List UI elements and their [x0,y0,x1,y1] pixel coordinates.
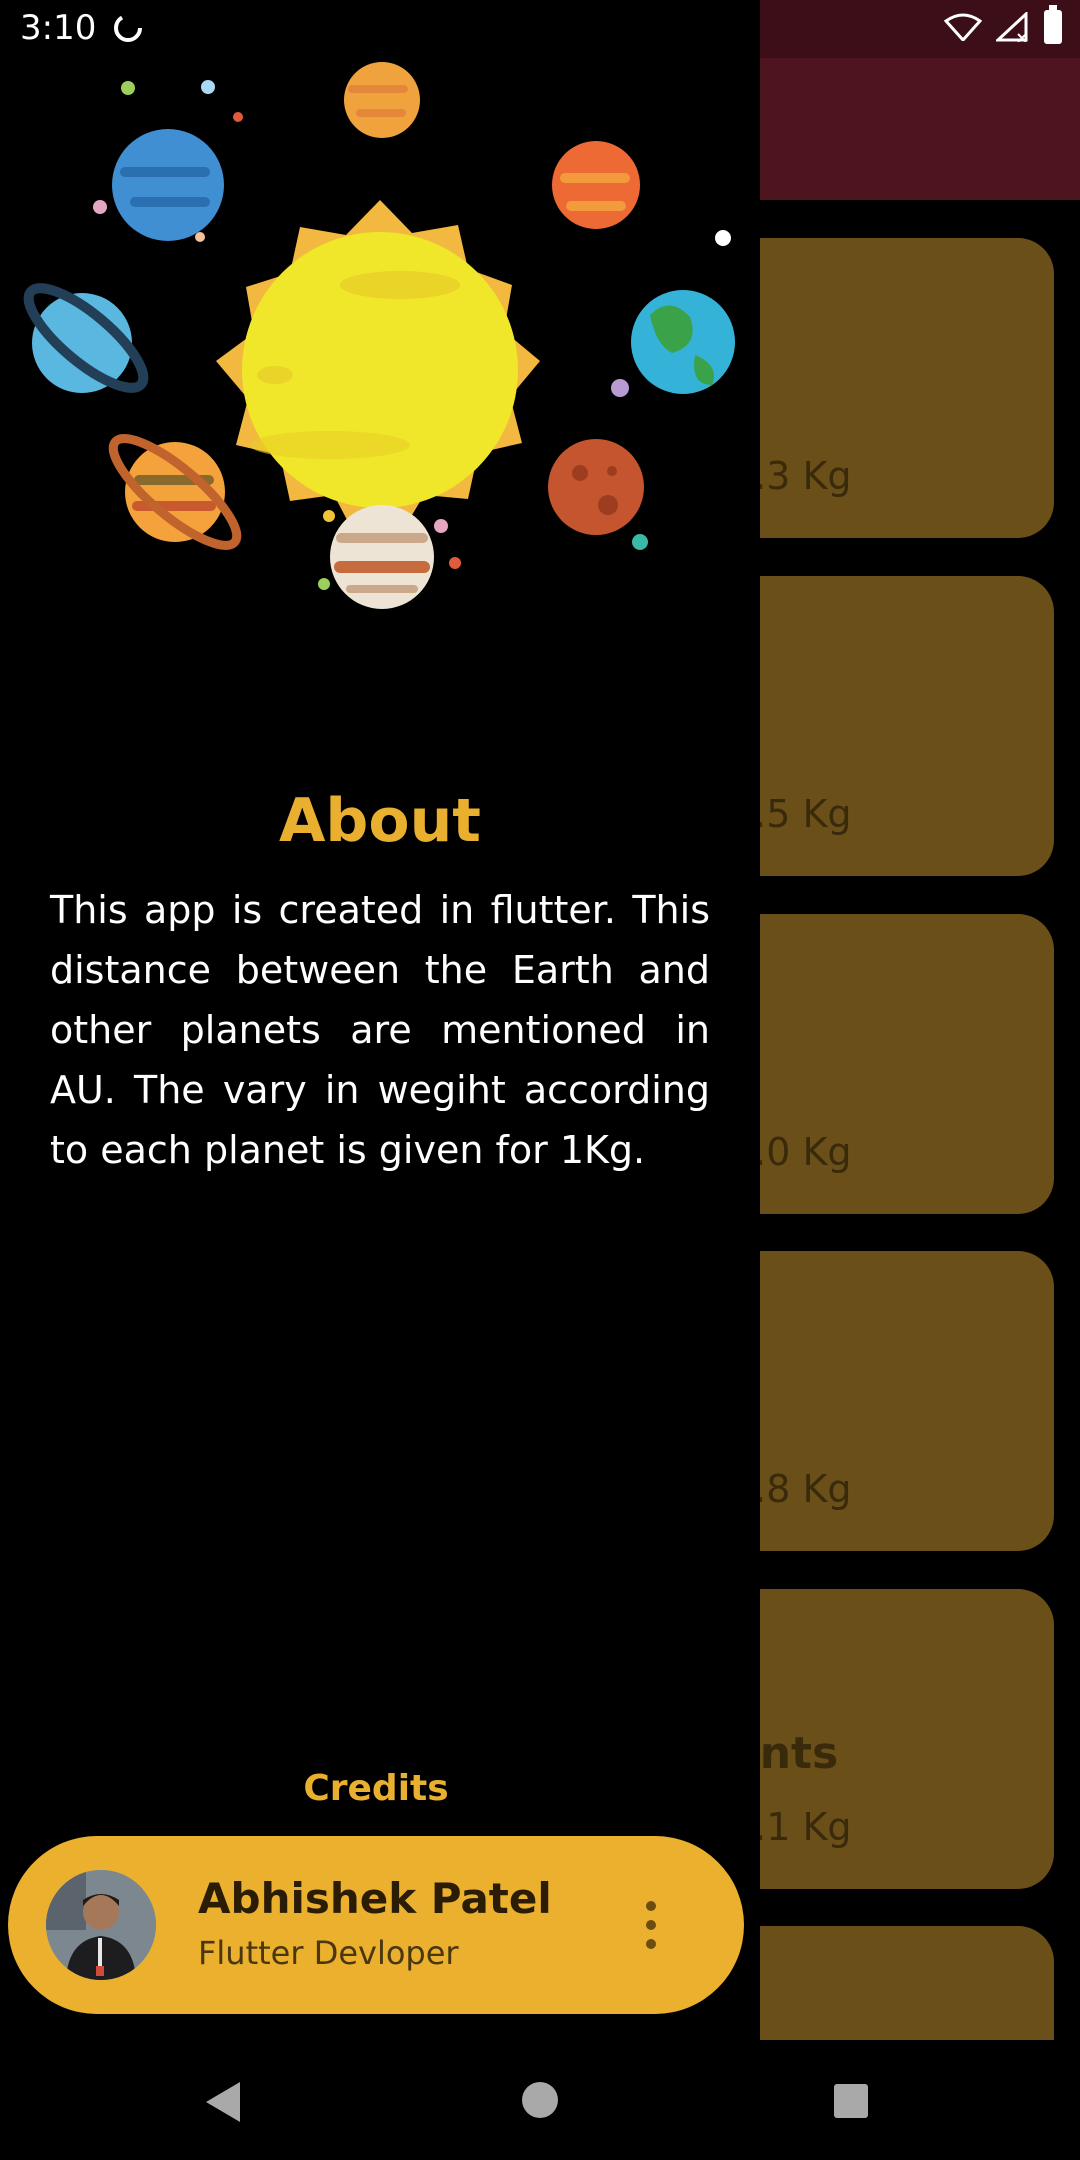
back-icon[interactable] [204,2080,244,2124]
credit-card[interactable]: Abhishek Patel Flutter Devloper [8,1836,744,2014]
signal-icon [996,12,1028,42]
navigation-drawer: 3:10 About This app is created in flutte… [0,0,760,2040]
status-time: 3:10 [20,8,97,48]
wifi-icon [944,13,982,41]
home-icon[interactable] [522,2082,558,2118]
battery-icon [1044,5,1062,44]
status-icons [944,5,1062,44]
about-description: This app is created in flutter. This dis… [50,888,710,1172]
system-navigation-bar [0,2040,1080,2160]
more-vert-icon[interactable] [636,1898,666,1952]
about-title: About [278,786,481,856]
credit-role: Flutter Devloper [198,1934,459,1972]
spinner-icon [114,14,142,42]
credits-label: Credits [303,1768,449,1809]
recents-icon[interactable] [834,2084,868,2118]
solar-system-illustration [23,62,735,609]
credit-name: Abhishek Patel [198,1874,552,1923]
avatar [46,1870,156,1980]
